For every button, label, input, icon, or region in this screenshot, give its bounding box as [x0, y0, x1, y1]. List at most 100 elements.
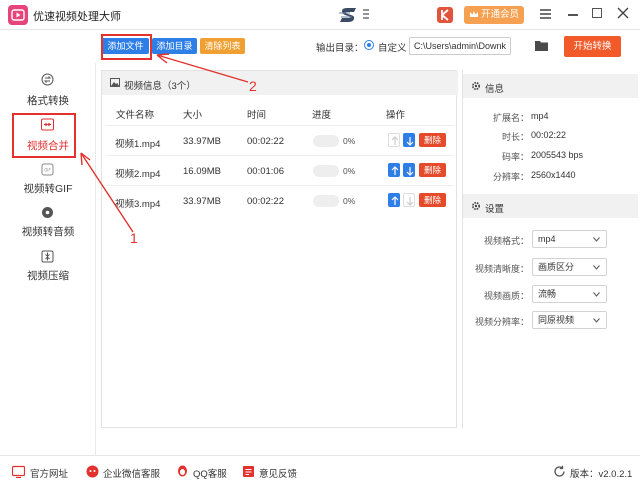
column-header-progress: 进度 [312, 110, 332, 121]
refresh-icon[interactable] [553, 465, 566, 478]
format-select[interactable]: mp4 [532, 230, 607, 248]
maximize-icon[interactable] [592, 8, 602, 18]
info-value: 2005543 bps [531, 150, 584, 160]
arrow-up-icon [391, 166, 399, 175]
sidebar-item-video-compress[interactable]: 视频压缩 [0, 250, 96, 290]
quality-select[interactable]: 流畅 [532, 285, 607, 303]
chevron-down-icon [593, 265, 600, 270]
table-row[interactable]: 视频1.mp4 33.97MB 00:02:22 0% 删除 [106, 125, 454, 155]
table-row[interactable]: 视频3.mp4 33.97MB 00:02:22 0% 删除 [106, 185, 454, 215]
setting-label-quality: 视频画质： [483, 291, 529, 301]
move-down-button[interactable] [403, 133, 415, 147]
wechat-service-icon [86, 465, 99, 478]
video-list-panel: 视频信息（3个） 文件名称 大小 时间 进度 操作 视频1.mp4 33.97M… [101, 70, 458, 428]
footer-bar: 官方网址 企业微信客服 QQ客服 意见反馈 版本：v2.0.2.1 [0, 455, 640, 486]
title-bar: 优速视频处理大师 开通会员 [0, 0, 640, 30]
gear-icon [471, 81, 481, 91]
close-icon[interactable] [616, 6, 630, 20]
wechat-service-link[interactable]: 企业微信客服 [103, 466, 160, 480]
file-duration: 00:02:22 [247, 136, 284, 147]
gif-icon: GIF [41, 163, 54, 176]
gear-icon [471, 201, 481, 211]
file-duration: 00:02:22 [247, 196, 284, 207]
format-convert-icon [41, 73, 54, 86]
info-panel: 信息 扩展名： mp4 时长： 00:02:22 码率： 2005543 bps… [462, 70, 638, 428]
output-dir-label: 输出目录： [316, 43, 364, 54]
sidebar-item-video-gif[interactable]: GIF 视频转GIF [0, 163, 96, 203]
sidebar-item-label: 视频压缩 [27, 270, 69, 282]
arrow-up-icon [391, 196, 399, 205]
custom-radio-label[interactable]: 自定义 [378, 40, 407, 54]
vip-k-icon[interactable] [437, 7, 453, 23]
info-key: 时长： [501, 132, 529, 142]
move-up-button[interactable] [388, 193, 400, 207]
compress-icon [41, 250, 54, 263]
minimize-icon[interactable] [568, 14, 578, 16]
info-value: 2560x1440 [531, 170, 576, 180]
quality-select-value: 流畅 [538, 289, 557, 299]
file-size: 16.09MB [183, 166, 222, 177]
settings-section-header: 设置 [463, 194, 638, 218]
setting-label-format: 视频格式： [483, 236, 529, 246]
arrow-up-icon [391, 136, 399, 145]
delete-button[interactable]: 删除 [419, 163, 446, 177]
progress-bar [313, 135, 339, 147]
progress-percent: 0% [343, 136, 356, 146]
setting-label-resolution: 视频分辨率： [474, 317, 529, 327]
qq-service-link[interactable]: QQ客服 [193, 466, 227, 480]
progress-bar [313, 165, 339, 177]
version-label: 版本：v2.0.2.1 [570, 469, 633, 480]
progress-percent: 0% [343, 166, 356, 176]
setting-label-clarity: 视频清晰度： [474, 264, 529, 274]
column-header-action: 操作 [386, 110, 406, 121]
feedback-icon [243, 466, 254, 477]
brand-s-logo-icon [339, 8, 356, 22]
column-header-name: 文件名称 [116, 110, 155, 121]
arrow-down-icon [406, 197, 414, 206]
toolbar: 添加文件 添加目录 清除列表 输出目录： 自定义 开始转换 [96, 31, 640, 63]
move-down-button[interactable] [403, 193, 415, 207]
audio-icon [42, 207, 53, 218]
output-path-input[interactable] [409, 37, 511, 55]
sidebar-item-label: 视频转GIF [23, 183, 73, 195]
feedback-link[interactable]: 意见反馈 [259, 466, 297, 480]
svg-text:GIF: GIF [44, 168, 51, 173]
add-folder-button[interactable]: 添加目录 [152, 38, 197, 54]
move-up-button[interactable] [388, 133, 400, 147]
chevron-down-icon [593, 318, 600, 323]
folder-icon[interactable] [535, 40, 548, 51]
clear-list-button[interactable]: 清除列表 [200, 38, 245, 54]
info-key: 码率： [501, 152, 529, 162]
sidebar-item-video-audio[interactable]: 视频转音频 [0, 206, 96, 246]
info-value: mp4 [531, 111, 549, 121]
arrow-down-icon [406, 137, 414, 146]
move-up-button[interactable] [388, 163, 400, 177]
arrow-down-icon [406, 167, 414, 176]
annotation-number-2: 2 [249, 78, 257, 94]
official-website-link[interactable]: 官方网址 [30, 466, 68, 480]
vip-button[interactable]: 开通会员 [464, 6, 524, 24]
resolution-select[interactable]: 同原视频 [532, 311, 607, 329]
custom-radio[interactable] [364, 40, 374, 50]
annotation-highlight-merge [12, 113, 76, 158]
move-down-button[interactable] [403, 163, 415, 177]
annotation-highlight-add-file [101, 34, 152, 60]
clarity-select[interactable]: 画质区分 [532, 258, 607, 276]
info-section-header: 信息 [463, 74, 638, 98]
delete-button[interactable]: 删除 [419, 193, 446, 207]
menu-icon[interactable] [540, 9, 551, 19]
chevron-down-icon [593, 237, 600, 242]
image-icon [110, 78, 120, 87]
file-name: 视频1.mp4 [115, 139, 161, 150]
table-row[interactable]: 视频2.mp4 16.09MB 00:01:06 0% 删除 [106, 155, 454, 185]
start-convert-button[interactable]: 开始转换 [564, 36, 621, 57]
crown-icon [470, 11, 478, 17]
file-name: 视频3.mp4 [115, 199, 161, 210]
resolution-select-value: 同原视频 [538, 315, 575, 325]
settings-section-title: 设置 [485, 204, 505, 215]
file-name: 视频2.mp4 [115, 169, 161, 180]
qq-icon [178, 465, 187, 477]
delete-button[interactable]: 删除 [419, 133, 446, 147]
sidebar-item-format-convert[interactable]: 格式转换 [0, 73, 96, 113]
info-value: 00:02:22 [531, 130, 567, 140]
